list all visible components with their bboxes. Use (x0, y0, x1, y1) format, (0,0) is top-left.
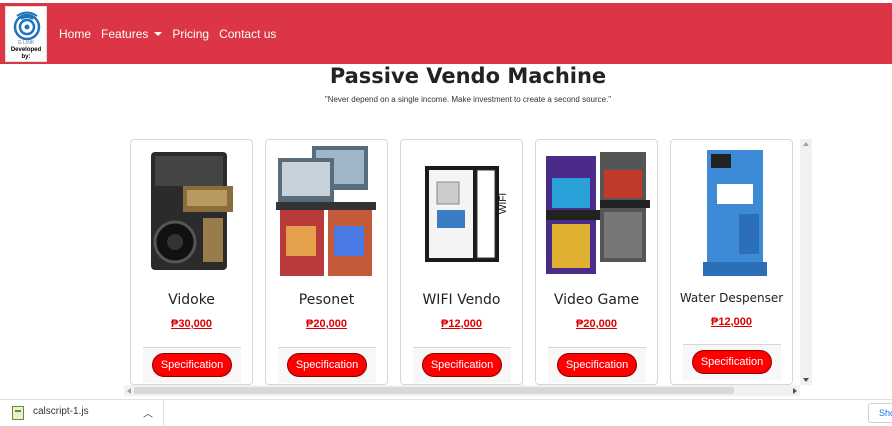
specification-button[interactable]: Specification (152, 353, 232, 377)
product-card-video-game: Video Game ₱20,000 Specification (535, 139, 658, 385)
card-footer: Specification (683, 344, 781, 380)
logo-brand-text: G LINK (17, 40, 35, 46)
card-footer: Specification (143, 347, 241, 383)
svg-text:WIFI: WIFI (498, 193, 509, 214)
show-all-button[interactable]: Sho (868, 403, 892, 423)
scroll-right-icon[interactable] (793, 388, 797, 394)
brand-logo[interactable]: G LINK Developed by: (5, 6, 47, 62)
nav-contact-link[interactable]: Contact us (219, 27, 276, 41)
product-price[interactable]: ₱20,000 (266, 318, 387, 330)
horizontal-scrollbar[interactable] (124, 385, 800, 396)
product-price[interactable]: ₱12,000 (401, 318, 522, 330)
nav-pricing-link[interactable]: Pricing (172, 27, 209, 41)
pisonet-machine-icon (276, 146, 376, 276)
product-price[interactable]: ₱30,000 (131, 318, 252, 330)
product-card-water-despenser: Water Despenser ₱12,000 Specification (670, 139, 793, 385)
vertical-scrollbar[interactable] (800, 139, 812, 385)
product-name: Pesonet (298, 292, 355, 308)
caret-down-icon (154, 31, 163, 36)
logo-tagline: Developed by: (10, 47, 42, 60)
nav-features-dropdown[interactable]: Features (101, 26, 163, 41)
nav-links: Home Features Pricing Contact us (59, 3, 286, 64)
download-bar: calscript-1.js ︿ Sho (0, 399, 892, 426)
nav-home-link[interactable]: Home (59, 27, 91, 41)
download-item[interactable]: calscript-1.js ︿ (0, 400, 164, 426)
product-name: WIFI Vendo (422, 292, 501, 308)
page-subtitle: "Never depend on a single income. Make i… (324, 95, 612, 104)
wifi-logo-icon (13, 11, 41, 40)
card-footer: Specification (548, 347, 646, 383)
scroll-up-icon[interactable] (803, 142, 809, 146)
product-card-vidoke: Vidoke ₱30,000 Specification (130, 139, 253, 385)
specification-button[interactable]: Specification (692, 350, 772, 374)
page-title: Passive Vendo Machine (329, 64, 607, 88)
download-filename: calscript-1.js (33, 406, 89, 417)
card-footer: Specification (278, 347, 376, 383)
arcade-machine-icon (546, 152, 650, 274)
nav-features-label: Features (101, 26, 149, 41)
specification-button[interactable]: Specification (557, 353, 637, 377)
specification-button[interactable]: Specification (422, 353, 502, 377)
scroll-left-icon[interactable] (127, 388, 131, 394)
navbar: G LINK Developed by: Home Features Prici… (0, 3, 892, 64)
scroll-down-icon[interactable] (803, 378, 809, 382)
specification-button[interactable]: Specification (287, 353, 367, 377)
card-footer: Specification (413, 347, 511, 383)
scrollbar-thumb[interactable] (134, 387, 734, 394)
script-file-icon (12, 406, 24, 420)
water-dispenser-machine-icon (703, 150, 767, 276)
wifi-vendo-machine-icon: WIFI (425, 166, 509, 262)
karaoke-machine-icon (151, 152, 233, 270)
product-name: Video Game (553, 292, 640, 308)
chevron-up-icon[interactable]: ︿ (143, 405, 153, 420)
product-card-pesonet: Pesonet ₱20,000 Specification (265, 139, 388, 385)
product-card-wifi-vendo: WIFI WIFI Vendo ₱12,000 Specification (400, 139, 523, 385)
product-price[interactable]: ₱12,000 (671, 316, 792, 328)
product-name: Vidoke (168, 292, 215, 308)
product-price[interactable]: ₱20,000 (536, 318, 657, 330)
product-name: Water Despenser (679, 291, 784, 305)
